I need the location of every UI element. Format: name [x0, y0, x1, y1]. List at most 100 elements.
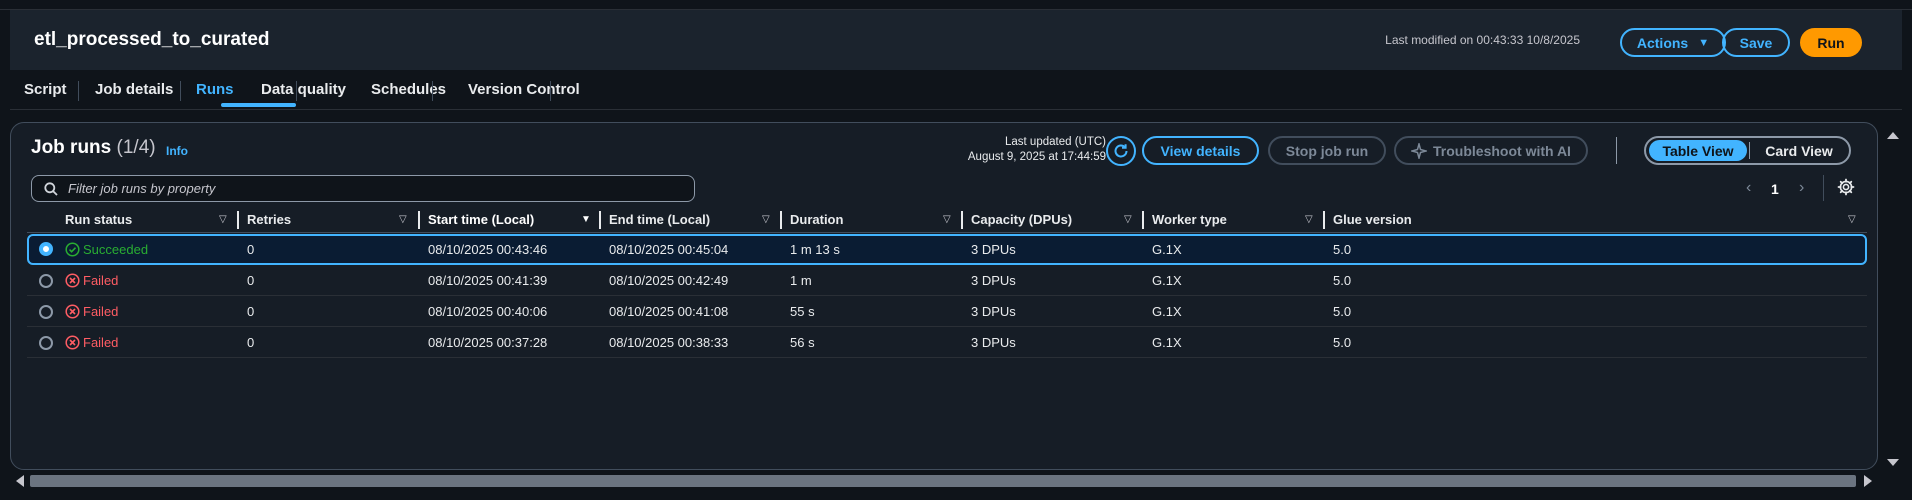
last-updated-label: Last updated (UTC) [1005, 136, 1106, 148]
row-radio[interactable] [39, 242, 53, 256]
caret-down-icon: ▼ [1698, 36, 1710, 49]
column-resizer[interactable] [418, 211, 420, 229]
glue-version-cell: 5.0 [1333, 335, 1352, 350]
refresh-icon [1114, 144, 1128, 158]
sort-descending-icon[interactable]: ▼ [581, 214, 591, 225]
info-link[interactable]: Info [166, 144, 188, 158]
status-text: Failed [83, 335, 119, 350]
capacity-cell: 3 DPUs [971, 335, 1016, 350]
tab-schedules[interactable]: Schedules [371, 81, 446, 98]
tab-script[interactable]: Script [24, 81, 67, 98]
tab-divider [78, 81, 79, 101]
col-worker-type[interactable]: Worker type [1152, 212, 1227, 227]
column-resizer[interactable] [780, 211, 782, 229]
worker-type-cell: G.1X [1152, 242, 1182, 257]
status-cell: Failed [65, 304, 118, 319]
tab-runs[interactable]: Runs [196, 81, 234, 98]
table-row[interactable]: Failed 0 08/10/2025 00:37:28 08/10/2025 … [27, 327, 1867, 358]
duration-cell: 1 m 13 s [790, 242, 840, 257]
job-header: etl_processed_to_curated Last modified o… [10, 10, 1902, 70]
end-time-cell: 08/10/2025 00:38:33 [609, 335, 729, 350]
table-row[interactable]: Failed 0 08/10/2025 00:40:06 08/10/2025 … [27, 296, 1867, 327]
stop-job-run-button[interactable]: Stop job run [1268, 136, 1386, 165]
glue-version-cell: 5.0 [1333, 242, 1352, 257]
start-time-cell: 08/10/2025 00:40:06 [428, 304, 548, 319]
panel-title-text: Job runs [31, 137, 112, 158]
table-row[interactable]: Failed 0 08/10/2025 00:41:39 08/10/2025 … [27, 265, 1867, 296]
page-number[interactable]: 1 [1771, 181, 1779, 197]
row-radio[interactable] [39, 305, 53, 319]
status-text: Failed [83, 273, 119, 288]
end-time-cell: 08/10/2025 00:42:49 [609, 273, 729, 288]
col-retries[interactable]: Retries [247, 212, 291, 227]
duration-cell: 55 s [790, 304, 815, 319]
pager-divider [1823, 175, 1824, 201]
gear-icon[interactable] [1837, 178, 1855, 196]
col-run-status[interactable]: Run status [65, 212, 132, 227]
capacity-cell: 3 DPUs [971, 273, 1016, 288]
table-row[interactable]: Succeeded 0 08/10/2025 00:43:46 08/10/20… [27, 234, 1867, 265]
troubleshoot-ai-button[interactable]: Troubleshoot with AI [1394, 136, 1588, 165]
status-text: Failed [83, 304, 119, 319]
chevron-right-icon[interactable]: › [1799, 179, 1804, 197]
tab-version-control[interactable]: Version Control [468, 81, 580, 98]
col-glue-version[interactable]: Glue version [1333, 212, 1412, 227]
worker-type-cell: G.1X [1152, 304, 1182, 319]
save-button[interactable]: Save [1722, 28, 1790, 57]
scroll-left-arrow-icon[interactable] [12, 470, 28, 492]
actions-button[interactable]: Actions ▼ [1620, 28, 1726, 57]
status-cell: Failed [65, 273, 118, 288]
worker-type-cell: G.1X [1152, 335, 1182, 350]
tab-divider [550, 81, 551, 101]
panel-title: Job runs (1/4) [31, 137, 156, 159]
col-end-time[interactable]: End time (Local) [609, 212, 710, 227]
row-radio[interactable] [39, 336, 53, 350]
filter-triangle-icon[interactable]: ▽ [762, 214, 770, 225]
column-resizer[interactable] [1142, 211, 1144, 229]
col-start-time[interactable]: Start time (Local) [428, 212, 534, 227]
table-header: Run status ▽ Retries ▽ Start time (Local… [27, 209, 1867, 233]
filter-triangle-icon[interactable]: ▽ [219, 214, 227, 225]
scroll-right-arrow-icon[interactable] [1860, 470, 1876, 492]
start-time-cell: 08/10/2025 00:41:39 [428, 273, 548, 288]
active-tab-indicator [221, 103, 296, 107]
filter-triangle-icon[interactable]: ▽ [1305, 214, 1313, 225]
column-resizer[interactable] [1323, 211, 1325, 229]
filter-triangle-icon[interactable]: ▽ [943, 214, 951, 225]
tab-divider [296, 81, 297, 101]
chevron-left-icon[interactable]: ‹ [1746, 179, 1751, 197]
run-button[interactable]: Run [1800, 28, 1862, 57]
x-circle-icon [65, 304, 80, 319]
filter-triangle-icon[interactable]: ▽ [1848, 214, 1856, 225]
filter-triangle-icon[interactable]: ▽ [1124, 214, 1132, 225]
job-title: etl_processed_to_curated [34, 29, 270, 50]
table-view-option[interactable]: Table View [1649, 140, 1747, 161]
col-capacity[interactable]: Capacity (DPUs) [971, 212, 1072, 227]
toolbar-divider [1616, 137, 1617, 164]
capacity-cell: 3 DPUs [971, 242, 1016, 257]
end-time-cell: 08/10/2025 00:41:08 [609, 304, 729, 319]
column-resizer[interactable] [599, 211, 601, 229]
scroll-up-arrow-icon[interactable] [1882, 124, 1904, 146]
scroll-down-arrow-icon[interactable] [1882, 452, 1904, 474]
row-radio[interactable] [39, 274, 53, 288]
filter-input[interactable] [68, 178, 668, 199]
column-resizer[interactable] [961, 211, 963, 229]
view-details-button[interactable]: View details [1142, 136, 1259, 165]
last-updated-time: August 9, 2025 at 17:44:59 [967, 151, 1106, 163]
tab-data-quality[interactable]: Data quality [261, 81, 346, 98]
vertical-scrollbar[interactable] [1882, 122, 1904, 470]
card-view-option[interactable]: Card View [1754, 140, 1844, 161]
horizontal-scrollbar[interactable] [10, 470, 1878, 492]
actions-label: Actions [1636, 34, 1689, 51]
retries-cell: 0 [247, 273, 255, 288]
col-duration[interactable]: Duration [790, 212, 843, 227]
filter-triangle-icon[interactable]: ▽ [399, 214, 407, 225]
x-circle-icon [65, 273, 80, 288]
top-strip [0, 0, 1912, 10]
column-resizer[interactable] [237, 211, 239, 229]
tab-job-details[interactable]: Job details [95, 81, 173, 98]
refresh-button[interactable] [1106, 136, 1136, 166]
last-modified-text: Last modified on 00:43:33 10/8/2025 [1385, 33, 1580, 47]
scrollbar-thumb[interactable] [30, 475, 1856, 487]
